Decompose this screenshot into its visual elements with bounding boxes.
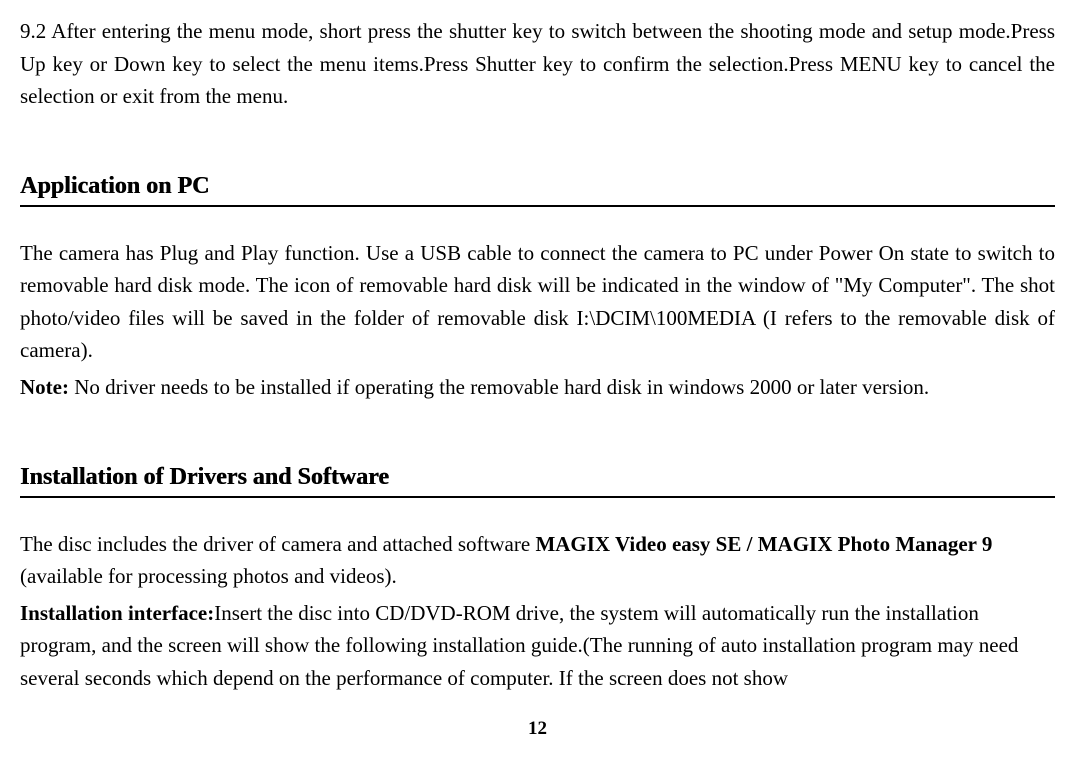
p1-prefix: The disc includes the driver of camera a… — [20, 532, 535, 556]
p1-suffix: (available for processing photos and vid… — [20, 564, 397, 588]
section1-note: Note: No driver needs to be installed if… — [20, 371, 1055, 404]
note-text: No driver needs to be installed if opera… — [69, 375, 929, 399]
section2-p2: Installation interface:Insert the disc i… — [20, 597, 1055, 695]
p1-bold: MAGIX Video easy SE / MAGIX Photo Manage… — [535, 532, 992, 556]
section2-p1: The disc includes the driver of camera a… — [20, 528, 1055, 593]
note-label: Note: — [20, 375, 69, 399]
section1-p1: The camera has Plug and Play function. U… — [20, 237, 1055, 367]
section-heading-application-pc: Application on PC — [20, 168, 1055, 207]
page-number: 12 — [20, 714, 1055, 743]
heading-text: Installation of Drivers and Software — [20, 459, 389, 496]
heading-text: Application on PC — [20, 168, 209, 205]
p2-label: Installation interface: — [20, 601, 214, 625]
section-heading-installation: Installation of Drivers and Software — [20, 459, 1055, 498]
intro-paragraph: 9.2 After entering the menu mode, short … — [20, 15, 1055, 113]
